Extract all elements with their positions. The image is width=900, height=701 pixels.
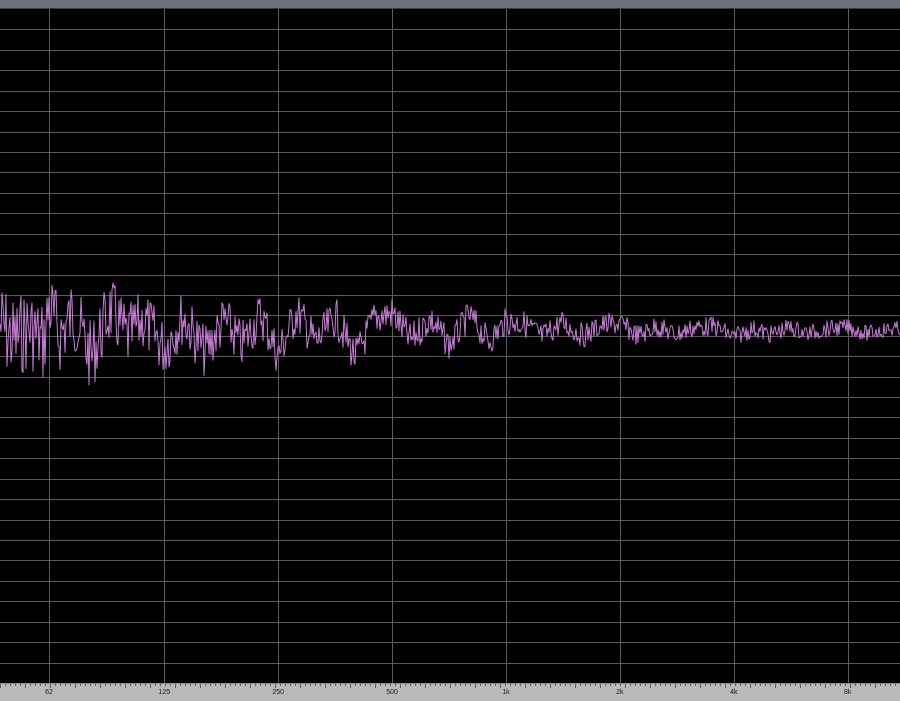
frequency-tick-label: 250 <box>272 689 284 696</box>
frequency-tick-label: 500 <box>386 689 398 696</box>
frequency-ruler: 62 125 250 500 1k 2k 4k 8k <box>0 683 900 701</box>
spectrum-plot-svg <box>0 9 900 683</box>
frequency-tick-label: 8k <box>843 689 852 696</box>
ruler-ticks <box>0 684 896 688</box>
spectrum-plot[interactable] <box>0 9 900 683</box>
frequency-tick-label: 1k <box>502 689 510 696</box>
frequency-tick-label: 125 <box>158 689 171 696</box>
frequency-tick-label: 2k <box>616 689 624 696</box>
frequency-tick-label: 62 <box>45 689 53 696</box>
spectrum-trace <box>0 282 900 386</box>
spectrum-analyzer-window: 62 125 250 500 1k 2k 4k 8k <box>0 0 900 701</box>
spectrum-trace-group <box>0 282 900 386</box>
window-top-bar <box>0 0 900 9</box>
frequency-tick-label: 4k <box>730 689 738 696</box>
